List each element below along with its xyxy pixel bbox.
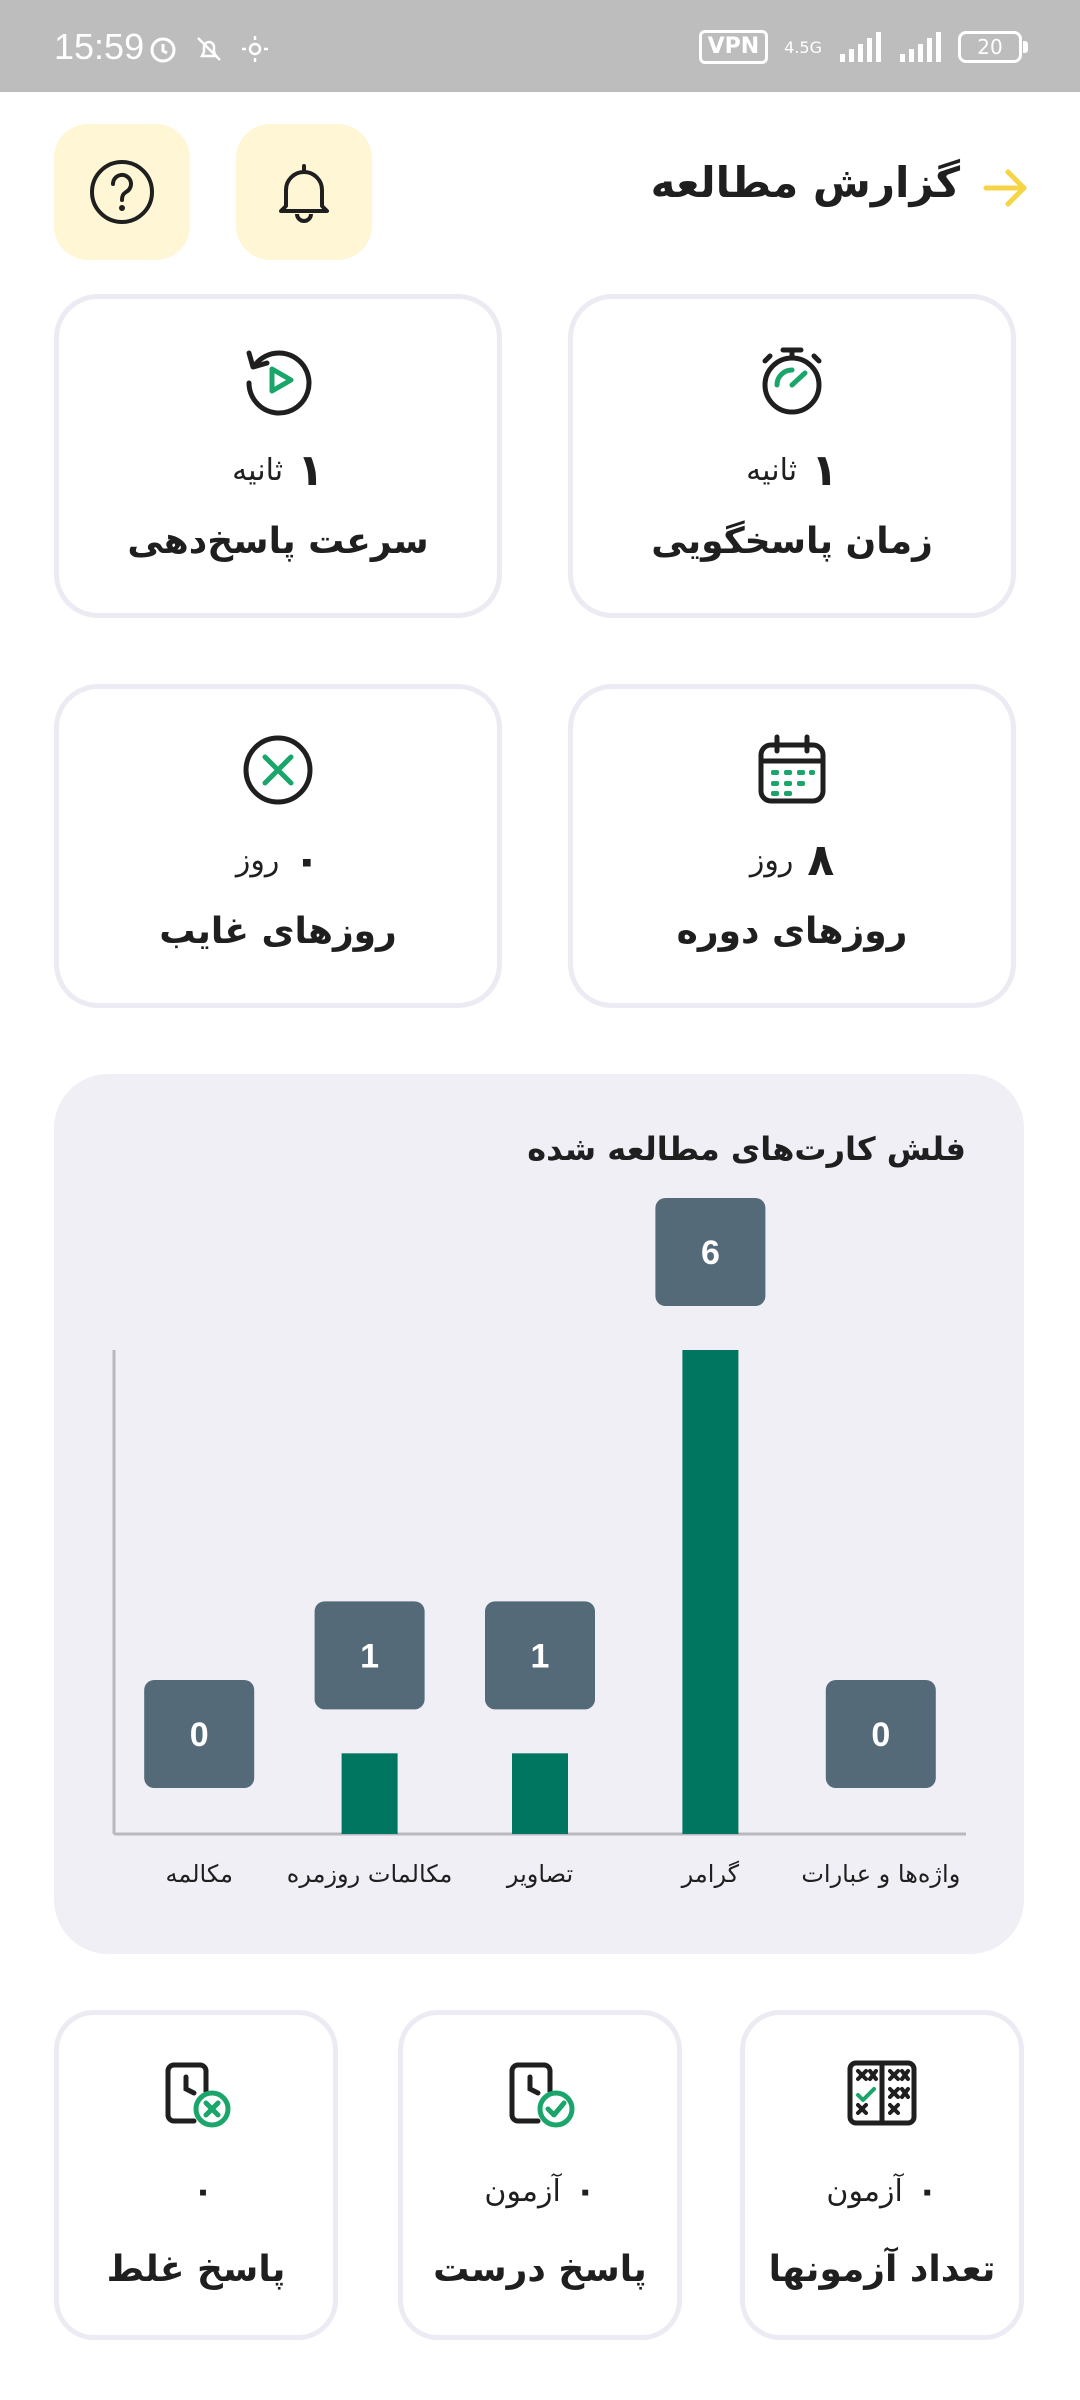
quiz-total-unit: آزمون: [826, 2173, 903, 2209]
response-time-unit: ثانیه: [746, 453, 798, 488]
mute-icon: [197, 37, 221, 61]
bar-value-label: 1: [531, 1637, 550, 1675]
wrong-answers-label: پاسخ غلط: [106, 2249, 286, 2290]
category-label: واژه‌ها و عبارات: [801, 1860, 960, 1888]
flashcards-bar-chart: 0 واژه‌ها و عبارات 6 گرامر 1 تصاویر 1 مکالمات ر…: [112, 1198, 966, 1888]
quiz-total-card: ۰ آزمون تعداد آزمونها: [740, 2010, 1024, 2340]
quiz-total-value: ۰: [916, 2171, 938, 2211]
quiz-total-label: تعداد آزمونها: [768, 2249, 996, 2290]
bar-value-label: 0: [871, 1716, 890, 1754]
chart-bar: [341, 1753, 398, 1834]
correct-answers-label: پاسخ درست: [433, 2249, 647, 2290]
stopwatch-icon: [762, 347, 822, 415]
back-button[interactable]: [980, 162, 1032, 218]
page-title: گزارش مطالعه: [650, 158, 960, 207]
course-days-card: ۸ روز روزهای دوره: [568, 684, 1016, 1008]
calendar-icon: [758, 734, 826, 804]
response-time-card: ۱ ثانیه زمان پاسخگویی: [568, 294, 1016, 618]
bar-value-label: 6: [701, 1234, 720, 1272]
response-speed-card: ۱ ثانیه سرعت پاسخ‌دهی: [54, 294, 502, 618]
chart-bar: [682, 1350, 739, 1834]
clipboard-check-icon: [509, 2062, 575, 2128]
response-speed-unit: ثانیه: [232, 453, 284, 488]
status-bar: 15:59 VPN 4.5G 20: [0, 0, 1080, 92]
alarm-icon: [150, 37, 176, 63]
notification-button[interactable]: [236, 124, 372, 260]
network-label: 4.5G: [784, 37, 822, 57]
absent-days-unit: روز: [235, 843, 280, 878]
header: گزارش مطالعه: [0, 92, 1080, 292]
quiz-grid-icon: [847, 2060, 917, 2126]
response-speed-label: سرعت پاسخ‌دهی: [127, 521, 429, 562]
bar-value-label: 0: [190, 1716, 209, 1754]
status-right: VPN 4.5G 20: [698, 30, 1028, 64]
course-days-label: روزهای دوره: [676, 911, 908, 952]
signal-icon-2: [900, 32, 941, 62]
replay-icon: [246, 350, 312, 416]
question-icon: [90, 160, 154, 224]
wrong-answers-card: ۰ پاسخ غلط: [54, 2010, 338, 2340]
arrow-right-icon: [983, 169, 1027, 207]
category-label: مکالمات روزمره: [287, 1860, 453, 1888]
status-icons: [148, 34, 270, 64]
correct-answers-card: ۰ آزمون پاسخ درست: [398, 2010, 682, 2340]
brightness-icon: [242, 36, 268, 62]
correct-answers-unit: آزمون: [484, 2173, 561, 2209]
category-label: گرامر: [681, 1860, 740, 1888]
response-time-value: ۱: [811, 445, 838, 496]
response-speed-value: ۱: [297, 445, 324, 496]
x-circle-icon: [243, 735, 313, 805]
battery-indicator: 20: [958, 31, 1028, 63]
course-days-unit: روز: [749, 843, 794, 878]
flashcards-chart-card: فلش کارت‌های مطالعه شده 0 واژه‌ها و عبارا…: [54, 1074, 1024, 1954]
category-label: تصاویر: [506, 1860, 573, 1888]
absent-days-card: ۰ روز روزهای غایب: [54, 684, 502, 1008]
vpn-badge: VPN: [698, 30, 769, 64]
signal-icon: [840, 32, 881, 62]
chart-bar: [512, 1753, 568, 1834]
absent-days-label: روزهای غایب: [159, 911, 397, 952]
absent-days-value: ۰: [293, 835, 321, 886]
correct-answers-value: ۰: [574, 2171, 596, 2211]
wrong-answers-value: ۰: [192, 2171, 214, 2211]
bar-value-label: 1: [360, 1637, 379, 1675]
bell-icon: [279, 164, 329, 223]
course-days-value: ۸: [807, 835, 835, 886]
clipboard-x-icon: [165, 2062, 231, 2128]
help-button[interactable]: [54, 124, 190, 260]
response-time-label: زمان پاسخگویی: [651, 521, 933, 562]
category-label: مکالمه: [165, 1860, 232, 1888]
status-time: 15:59: [54, 26, 145, 67]
